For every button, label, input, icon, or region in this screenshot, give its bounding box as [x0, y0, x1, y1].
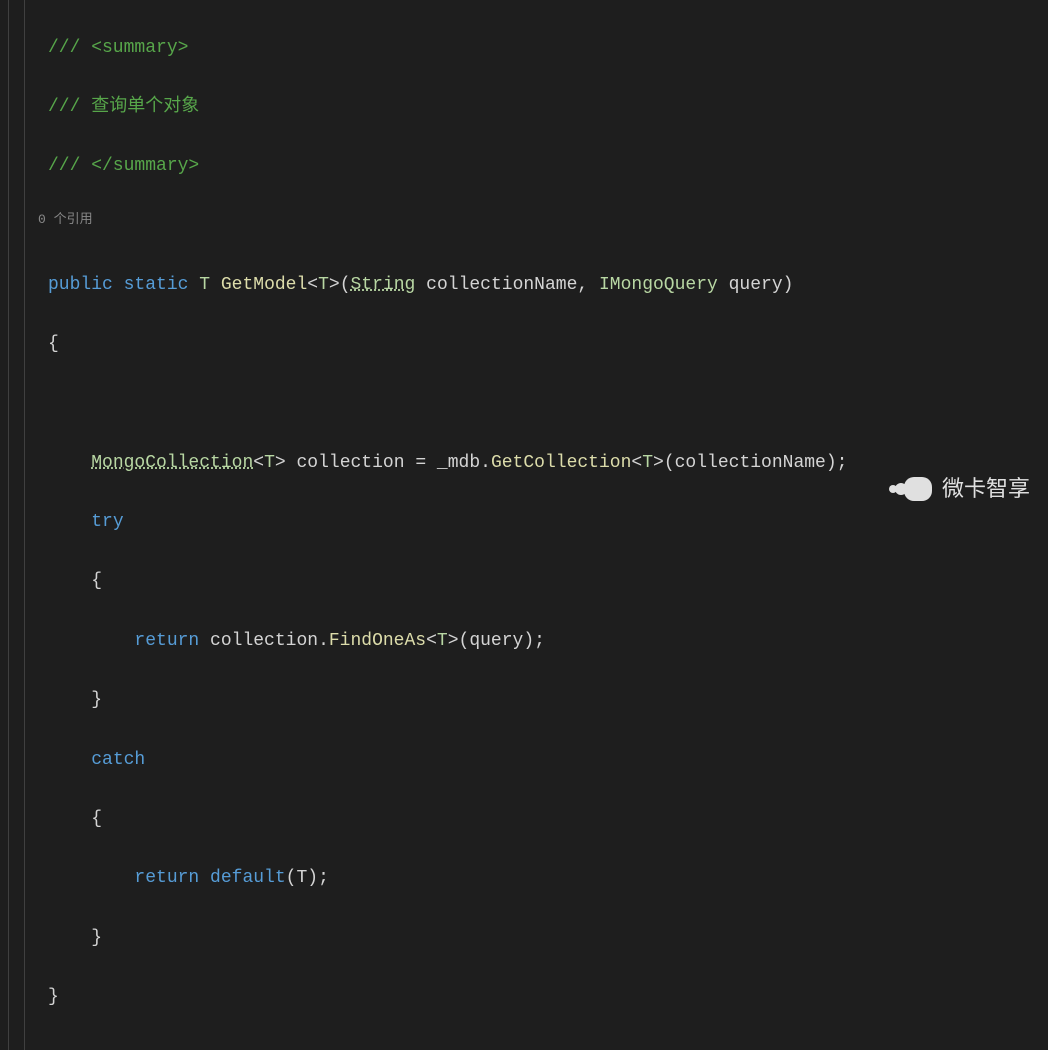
codelens-references[interactable]: 0 个引用 — [38, 212, 1048, 241]
keyword-return: return — [134, 631, 199, 651]
keyword-public: public — [48, 275, 113, 295]
brace: { — [48, 334, 59, 354]
xml-doc-comment: /// <summary> — [48, 38, 188, 58]
watermark-text: 微卡智享 — [942, 471, 1030, 507]
type-mongocollection: MongoCollection — [91, 453, 253, 473]
xml-doc-comment: /// </summary> — [48, 156, 199, 176]
type-imongoquery: IMongoQuery — [599, 275, 718, 295]
keyword-return: return — [134, 868, 199, 888]
indent-guide — [8, 0, 9, 1050]
code-editor[interactable]: /// <summary> /// 查询单个对象 /// </summary> … — [0, 0, 1048, 1050]
keyword-try: try — [91, 512, 123, 532]
wechat-icon — [889, 477, 932, 501]
indent-guide — [24, 0, 25, 1050]
watermark: 微卡智享 — [889, 471, 1030, 507]
method-name: GetModel — [221, 275, 307, 295]
method-getcollection: GetCollection — [491, 453, 631, 473]
code-area[interactable]: /// <summary> /// 查询单个对象 /// </summary> … — [0, 0, 1048, 1050]
type-string: String — [351, 275, 416, 295]
keyword-static: static — [124, 275, 189, 295]
type-generic: T — [199, 275, 210, 295]
keyword-default: default — [210, 868, 286, 888]
method-findoneas: FindOneAs — [329, 631, 426, 651]
keyword-catch: catch — [91, 750, 145, 770]
xml-doc-comment: /// 查询单个对象 — [48, 97, 199, 117]
